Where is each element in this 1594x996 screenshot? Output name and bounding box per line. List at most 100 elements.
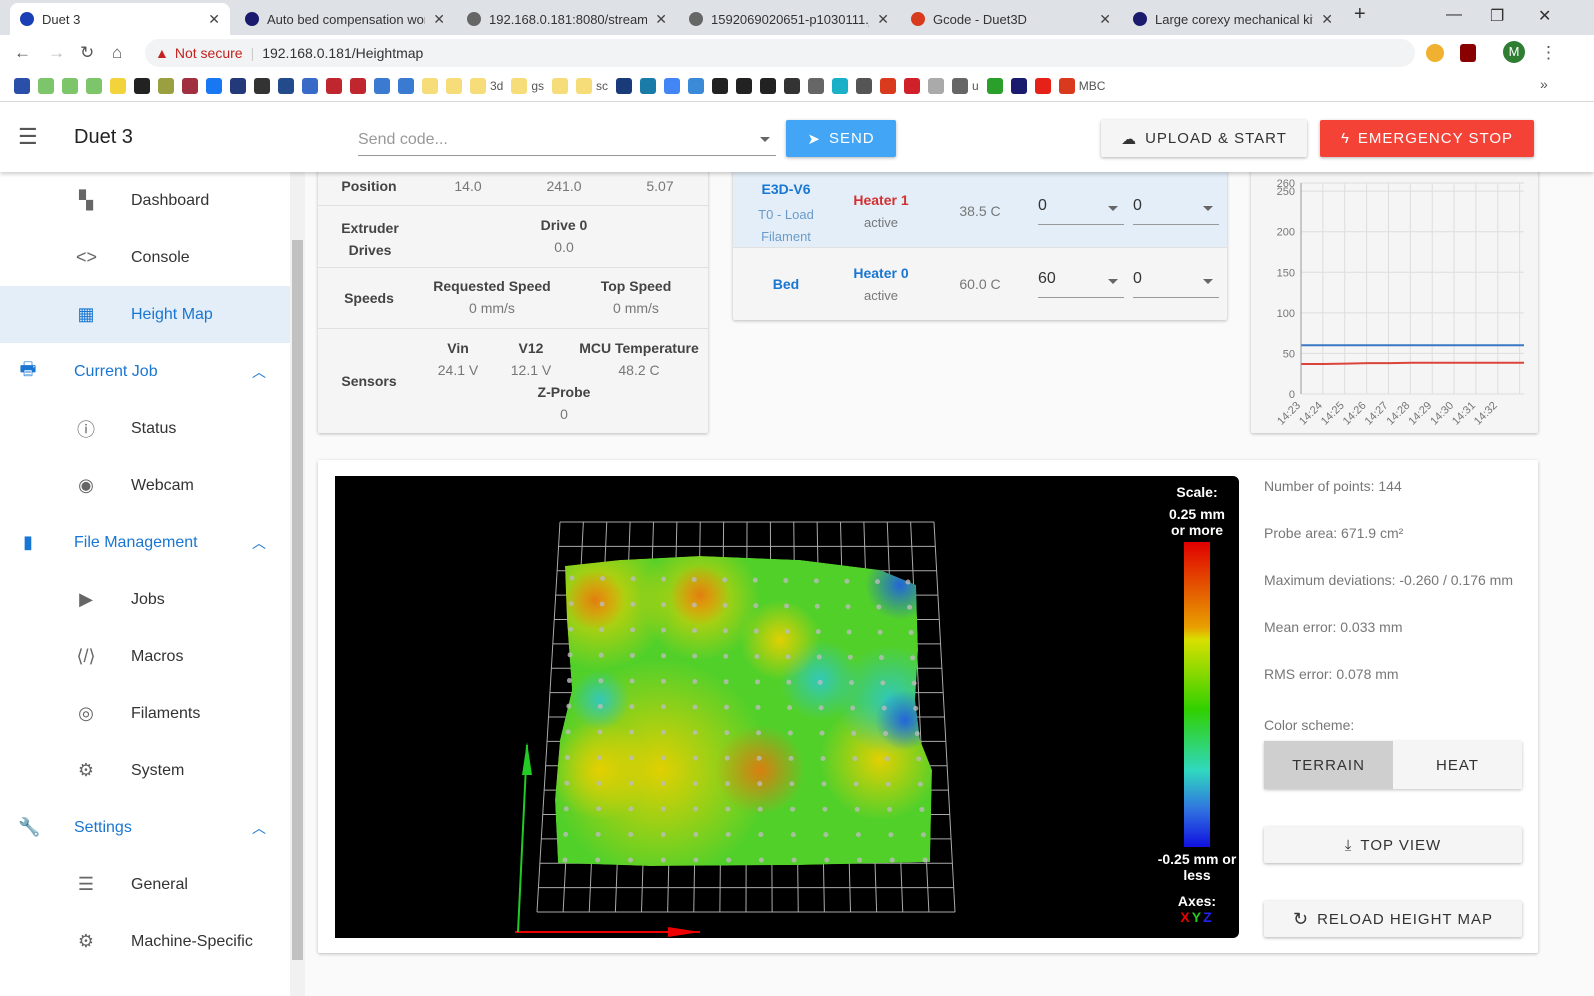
- bookmark[interactable]: [86, 77, 102, 94]
- browser-tab[interactable]: 1592069020651-p1030111.jp ✕: [679, 3, 899, 35]
- bookmark[interactable]: [158, 77, 174, 94]
- bookmark[interactable]: [664, 77, 681, 94]
- security-indicator[interactable]: Not secure: [175, 45, 243, 61]
- bookmark[interactable]: [712, 77, 729, 94]
- bookmark[interactable]: [1010, 77, 1027, 94]
- extension-icon[interactable]: [1426, 44, 1444, 62]
- bookmark[interactable]: [302, 77, 318, 94]
- code-input[interactable]: Send code...: [358, 124, 776, 156]
- bookmark[interactable]: [230, 77, 246, 94]
- chevron-up-icon[interactable]: ︿: [252, 362, 266, 382]
- browser-tab[interactable]: Large corexy mechanical kit ✕: [1123, 3, 1343, 35]
- bookmark[interactable]: [736, 77, 753, 94]
- chevron-up-icon[interactable]: ︿: [252, 818, 266, 838]
- sidebar-item-machine-specific[interactable]: ⚙ Machine-Specific: [0, 913, 290, 970]
- sidebar-item-jobs[interactable]: ▶ Jobs: [0, 571, 290, 628]
- bookmark[interactable]: [446, 77, 462, 94]
- sidebar-item-dashboard[interactable]: ▚ Dashboard: [0, 172, 290, 229]
- sidebar-item-webcam[interactable]: ◉ Webcam: [0, 457, 290, 514]
- more-bookmarks-icon[interactable]: »: [1540, 76, 1548, 92]
- bookmark[interactable]: [206, 77, 222, 94]
- browser-tab[interactable]: 192.168.0.181:8080/stream ✕: [457, 3, 677, 35]
- bookmark[interactable]: MBC: [1058, 77, 1105, 94]
- heater-0-toggle[interactable]: Heater 0: [839, 265, 923, 281]
- menu-dots-icon[interactable]: ⋮: [1540, 43, 1557, 63]
- bookmark[interactable]: sc: [576, 77, 608, 94]
- bookmark[interactable]: [928, 77, 945, 94]
- sidebar-item-system[interactable]: ⚙ System: [0, 742, 290, 799]
- tab-close-icon[interactable]: ✕: [1321, 11, 1333, 28]
- bookmark[interactable]: [760, 77, 777, 94]
- bookmark[interactable]: [1034, 77, 1051, 94]
- restore-icon[interactable]: ❐: [1490, 6, 1504, 26]
- bookmark[interactable]: [832, 77, 849, 94]
- heater-0-standby-select[interactable]: 0: [1133, 270, 1219, 298]
- tab-close-icon[interactable]: ✕: [208, 11, 220, 28]
- new-tab-icon[interactable]: +: [1354, 3, 1366, 26]
- tab-close-icon[interactable]: ✕: [433, 11, 445, 28]
- tab-close-icon[interactable]: ✕: [1099, 11, 1111, 28]
- bookmark[interactable]: [374, 77, 390, 94]
- bookmark[interactable]: [182, 77, 198, 94]
- bookmark[interactable]: [62, 77, 78, 94]
- ublock-icon[interactable]: [1460, 44, 1476, 62]
- bookmark[interactable]: [784, 77, 801, 94]
- bookmark[interactable]: [808, 77, 825, 94]
- sidebar-item-general[interactable]: ☰ General: [0, 856, 290, 913]
- sidebar-item-current-job[interactable]: 🖶 Current Job ︿: [0, 343, 290, 400]
- upload-start-button[interactable]: ☁ UPLOAD & START: [1101, 120, 1307, 157]
- bookmark[interactable]: [552, 77, 569, 94]
- bookmark[interactable]: 3d: [470, 77, 503, 94]
- sidebar-item-height-map[interactable]: ▦ Height Map: [0, 286, 290, 343]
- url-bar[interactable]: ▲ Not secure | 192.168.0.181/Heightmap: [145, 39, 1415, 67]
- heat-button[interactable]: HEAT: [1393, 741, 1522, 789]
- bookmark[interactable]: [398, 77, 414, 94]
- back-icon[interactable]: ←: [14, 43, 31, 63]
- sidebar-item-filaments[interactable]: ◎ Filaments: [0, 685, 290, 742]
- dropdown-arrow-icon[interactable]: [760, 137, 770, 147]
- chevron-up-icon[interactable]: ︿: [252, 533, 266, 553]
- bed-name-link[interactable]: Bed: [733, 276, 839, 292]
- emergency-stop-button[interactable]: ϟ EMERGENCY STOP: [1320, 120, 1534, 157]
- load-filament-link[interactable]: T0 - Load Filament: [751, 204, 821, 248]
- bookmark[interactable]: [880, 77, 897, 94]
- bookmark[interactable]: [38, 77, 54, 94]
- sidebar-item-console[interactable]: <> Console: [0, 229, 290, 286]
- hamburger-menu-icon[interactable]: ☰: [18, 124, 38, 150]
- sidebar-scrollbar[interactable]: [290, 172, 305, 996]
- browser-tab[interactable]: Duet 3 ✕: [10, 3, 230, 35]
- tab-close-icon[interactable]: ✕: [877, 11, 889, 28]
- sidebar-item-status[interactable]: ⓘ Status: [0, 400, 290, 457]
- sidebar-item-file-management[interactable]: ▮ File Management ︿: [0, 514, 290, 571]
- heater-1-toggle[interactable]: Heater 1: [839, 192, 923, 208]
- home-icon[interactable]: ⌂: [112, 43, 122, 63]
- reload-heightmap-button[interactable]: ↻ RELOAD HEIGHT MAP: [1264, 901, 1522, 937]
- bookmark[interactable]: [422, 77, 438, 94]
- bookmark[interactable]: [134, 77, 150, 94]
- bookmark[interactable]: [640, 77, 657, 94]
- bookmark[interactable]: [254, 77, 270, 94]
- sidebar-item-settings[interactable]: 🔧 Settings ︿: [0, 799, 290, 856]
- browser-tab[interactable]: Auto bed compensation wor ✕: [235, 3, 455, 35]
- reload-icon[interactable]: ↻: [80, 43, 94, 63]
- tab-close-icon[interactable]: ✕: [655, 11, 667, 28]
- bookmark[interactable]: [278, 77, 294, 94]
- bookmark[interactable]: u: [952, 77, 979, 94]
- bookmark[interactable]: [688, 77, 705, 94]
- bookmark[interactable]: [856, 77, 873, 94]
- bookmark[interactable]: [904, 77, 921, 94]
- bookmark[interactable]: [110, 77, 126, 94]
- top-view-button[interactable]: ⤓ TOP VIEW: [1264, 827, 1522, 863]
- heightmap-surface[interactable]: [335, 476, 1239, 938]
- heater-0-active-select[interactable]: 60: [1038, 270, 1124, 298]
- bookmark[interactable]: [986, 77, 1003, 94]
- bookmark[interactable]: [350, 77, 366, 94]
- sidebar-item-macros[interactable]: ⟨/⟩ Macros: [0, 628, 290, 685]
- profile-avatar[interactable]: M: [1503, 41, 1525, 63]
- bookmark[interactable]: [326, 77, 342, 94]
- browser-tab[interactable]: Gcode - Duet3D ✕: [901, 3, 1121, 35]
- bookmark[interactable]: [616, 77, 633, 94]
- heater-1-active-select[interactable]: 0: [1038, 197, 1124, 225]
- heater-1-standby-select[interactable]: 0: [1133, 197, 1219, 225]
- close-window-icon[interactable]: ✕: [1538, 6, 1551, 26]
